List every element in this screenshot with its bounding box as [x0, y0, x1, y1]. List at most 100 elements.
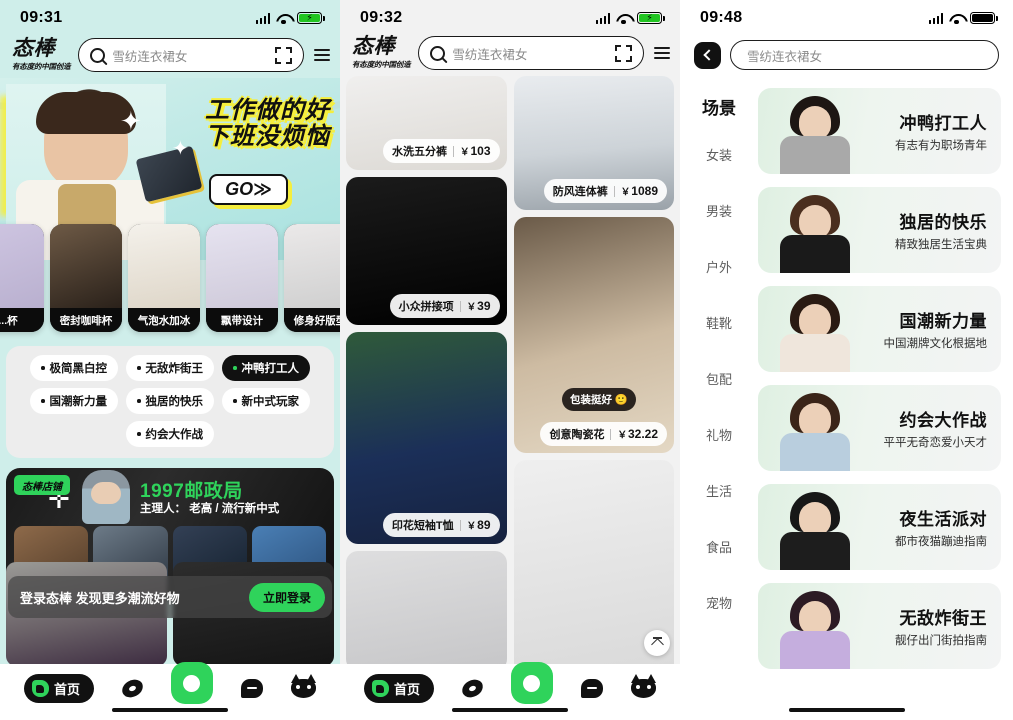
product-title: 创意陶瓷花	[549, 429, 605, 441]
scroll-to-top-icon[interactable]	[644, 630, 670, 656]
feed-card[interactable]: 小众拼接项 ￥39	[346, 177, 507, 325]
status-bar: 09:48	[680, 0, 1013, 36]
menu-icon[interactable]	[654, 46, 670, 60]
tab-home[interactable]: 首页	[363, 673, 434, 703]
product-feed[interactable]: 水洗五分裤 ￥103 小众拼接项 ￥39 印花短袖T恤 ￥89 防风连体裤 ￥1…	[340, 76, 680, 720]
chat-icon[interactable]	[580, 678, 603, 698]
scan-icon[interactable]	[275, 46, 292, 64]
tab-home[interactable]: 首页	[23, 673, 94, 703]
tab-home-label: 首页	[393, 681, 420, 697]
scene-subtitle: 有志有为职场青年	[895, 140, 987, 152]
product-card[interactable]: 飘带设计	[206, 224, 278, 333]
tag-chip[interactable]: 无敌炸街王	[126, 355, 214, 382]
currency-symbol: ￥	[459, 147, 470, 158]
tag-label: 无敌炸街王	[145, 363, 204, 376]
status-indicators: ⚡	[595, 12, 665, 25]
search-input[interactable]: 雪纺连衣裙女	[418, 36, 644, 71]
sidebar-item-pets[interactable]: 宠物	[706, 593, 732, 612]
leaf-icon[interactable]	[460, 678, 485, 698]
product-price: 89	[477, 518, 491, 532]
three-screenshot-row: 09:31 ⚡ 态棒 有态度的中国创造 雪纺连衣裙女 ✦ ✦ 工作做的好 下班没…	[0, 0, 1013, 720]
category-body: 场景 女装 男装 户外 鞋靴 包配 礼物 生活 食品 宠物 冲鸭打工人 有志有为…	[680, 80, 1013, 717]
status-indicators: ⚡	[255, 12, 325, 25]
product-strip[interactable]: ...杯 密封咖啡杯 气泡水加冰 飘带设计 修身好版型	[0, 224, 340, 338]
feed-card[interactable]	[513, 460, 674, 690]
phone-screen-categories: 09:48 雪纺连衣裙女 场景 女装 男装 户外 鞋靴 包配 礼物 生活 食品 …	[680, 0, 1013, 720]
feed-card[interactable]: 包装挺好 🙂 创意陶瓷花 ￥32.22	[513, 217, 674, 453]
tag-chip[interactable]: 国潮新力量	[30, 388, 118, 415]
wifi-icon	[949, 13, 964, 25]
scene-list[interactable]: 冲鸭打工人 有志有为职场青年 独居的快乐 精致独居生活宝典 国潮新力量 中国潮牌…	[758, 80, 1013, 717]
battery-charging-icon: ⚡	[637, 12, 665, 24]
category-header: 雪纺连衣裙女	[680, 36, 1013, 80]
scene-card[interactable]: 独居的快乐 精致独居生活宝典	[758, 187, 1001, 273]
feed-card[interactable]	[346, 551, 507, 671]
feed-card[interactable]: 水洗五分裤 ￥103	[346, 76, 507, 170]
scene-card[interactable]: 冲鸭打工人 有志有为职场青年	[758, 88, 1001, 174]
category-sidebar[interactable]: 场景 女装 男装 户外 鞋靴 包配 礼物 生活 食品 宠物	[680, 80, 758, 717]
product-card[interactable]: 修身好版型	[284, 224, 340, 333]
tag-chip[interactable]: 约会大作战	[126, 421, 214, 448]
sidebar-item-gifts[interactable]: 礼物	[706, 425, 732, 444]
product-price: 103	[470, 144, 491, 158]
currency-symbol: ￥	[617, 430, 627, 441]
scene-subtitle: 平平无奇恋爱小天才	[883, 437, 988, 449]
sidebar-item-menswear[interactable]: 男装	[706, 201, 732, 220]
sidebar-item-outdoor[interactable]: 户外	[706, 257, 732, 276]
scene-card[interactable]: 国潮新力量 中国潮牌文化根据地	[758, 286, 1001, 372]
product-card[interactable]: 气泡水加冰	[128, 224, 200, 333]
leaf-icon[interactable]	[120, 678, 145, 698]
product-pill: 防风连体裤 ￥1089	[543, 179, 667, 203]
post-camera-icon[interactable]	[510, 662, 553, 704]
scan-icon[interactable]	[615, 44, 632, 62]
cat-icon[interactable]	[630, 673, 656, 698]
sidebar-item-shoes[interactable]: 鞋靴	[706, 313, 732, 332]
search-input[interactable]: 雪纺连衣裙女	[78, 38, 304, 73]
login-prompt-bar: 登录态棒 发现更多潮流好物 立即登录	[8, 576, 332, 618]
app-header: 态棒 有态度的中国创造 雪纺连衣裙女	[340, 34, 680, 77]
cellular-signal-icon	[928, 12, 943, 24]
sidebar-item-food[interactable]: 食品	[706, 537, 732, 556]
back-chevron-icon[interactable]	[694, 41, 721, 69]
tag-label: 冲鸭打工人	[241, 363, 300, 376]
feed-column-left: 水洗五分裤 ￥103 小众拼接项 ￥39 印花短袖T恤 ￥89	[346, 76, 507, 720]
sidebar-item-bags[interactable]: 包配	[706, 369, 732, 388]
cat-icon[interactable]	[290, 673, 316, 698]
shop-subtitle: 主理人： 老高 / 流行新中式	[140, 503, 280, 516]
scene-card[interactable]: 无敌炸街王 靓仔出门街拍指南	[758, 583, 1001, 669]
status-time: 09:48	[700, 9, 743, 26]
post-camera-icon[interactable]	[170, 662, 213, 704]
tag-chip[interactable]: 极简黑白控	[30, 355, 118, 382]
login-button[interactable]: 立即登录	[248, 582, 325, 612]
battery-icon	[970, 12, 998, 24]
review-bubble: 包装挺好 🙂	[562, 388, 636, 411]
scene-photo	[776, 92, 854, 174]
scene-title: 约会大作战	[899, 411, 987, 430]
currency-symbol: ￥	[620, 187, 631, 198]
scene-subtitle: 靓仔出门街拍指南	[895, 635, 987, 647]
feed-card[interactable]: 防风连体裤 ￥1089	[513, 76, 674, 210]
tag-chip[interactable]: 新中式玩家	[222, 388, 310, 415]
wifi-icon	[616, 13, 631, 25]
product-card[interactable]: ...杯	[0, 224, 44, 333]
product-price: 1089	[631, 184, 658, 198]
brand-logo: 态棒 有态度的中国创造	[12, 37, 71, 72]
sidebar-item-womenswear[interactable]: 女装	[706, 145, 732, 164]
hero-title: 工作做的好 下班没烦恼	[205, 98, 330, 150]
product-price: 32.22	[627, 427, 658, 441]
product-title: 水洗五分裤	[391, 146, 447, 158]
scene-card[interactable]: 夜生活派对 都市夜猫蹦迪指南	[758, 484, 1001, 570]
sidebar-item-life[interactable]: 生活	[706, 481, 732, 500]
tag-chip[interactable]: 独居的快乐	[126, 388, 214, 415]
scene-card[interactable]: 约会大作战 平平无奇恋爱小天才	[758, 385, 1001, 471]
search-input[interactable]: 雪纺连衣裙女	[730, 40, 999, 70]
menu-icon[interactable]	[314, 48, 330, 62]
chat-icon[interactable]	[240, 678, 263, 698]
hero-cta-button[interactable]: GO≫	[209, 174, 288, 206]
home-icon	[31, 679, 49, 697]
scene-title: 国潮新力量	[899, 312, 987, 331]
tag-chip-active[interactable]: 冲鸭打工人	[222, 355, 310, 382]
feed-card[interactable]: 印花短袖T恤 ￥89	[346, 332, 507, 544]
product-card[interactable]: 密封咖啡杯	[50, 224, 122, 333]
search-placeholder: 雪纺连衣裙女	[747, 49, 823, 64]
